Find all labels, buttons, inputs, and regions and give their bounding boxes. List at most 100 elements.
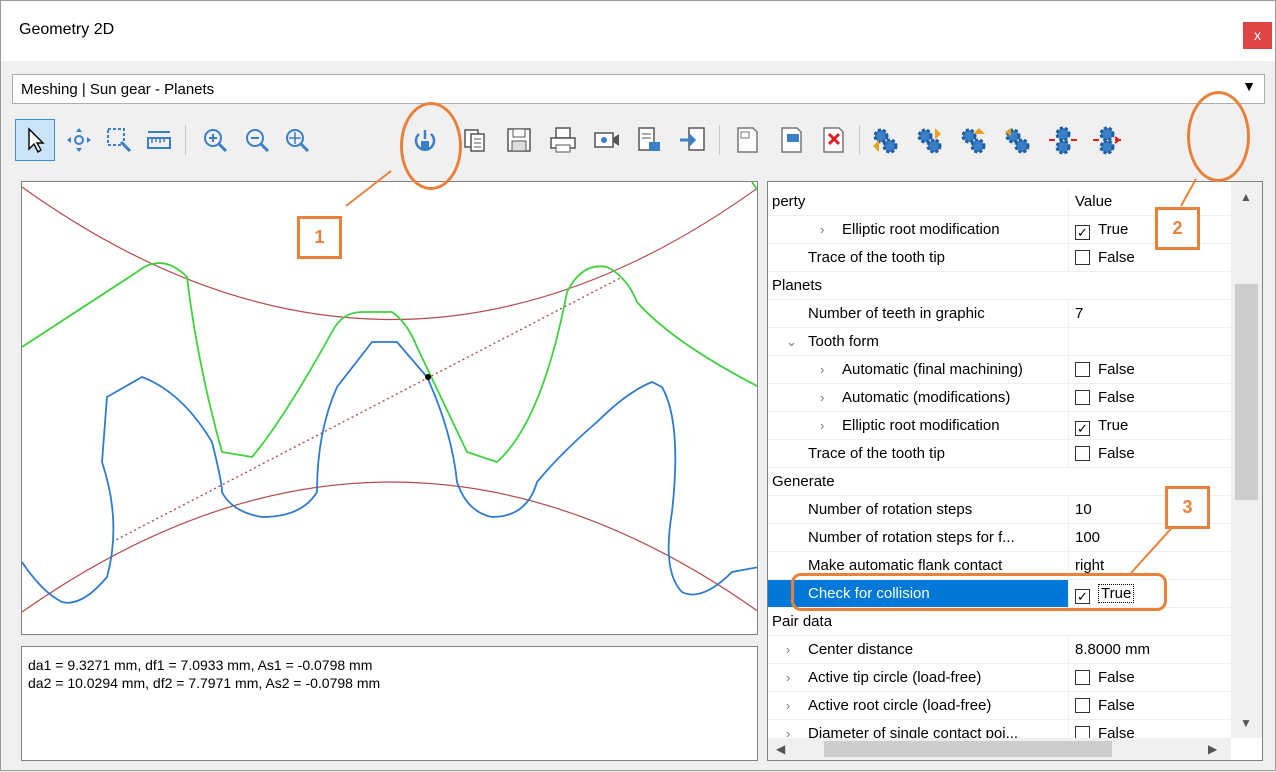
property-name: Elliptic root modification: [842, 221, 1000, 238]
zoom-fit-icon[interactable]: [277, 119, 317, 161]
vertical-scroll-thumb[interactable]: [1235, 284, 1258, 500]
property-value[interactable]: False: [1068, 440, 1231, 467]
properties-icon[interactable]: [727, 119, 767, 161]
checkbox[interactable]: [1075, 446, 1090, 461]
checkbox[interactable]: ✓: [1075, 421, 1090, 436]
property-name: Active tip circle (load-free): [808, 669, 982, 686]
callout-label-1: 1: [297, 216, 342, 259]
gear-settings-2-icon[interactable]: [909, 119, 949, 161]
title-bar: Geometry 2D x: [1, 1, 1275, 61]
print-icon[interactable]: [543, 119, 583, 161]
callout-rect-3: [791, 573, 1167, 611]
property-value[interactable]: ✓ True: [1068, 412, 1231, 439]
property-name: Number of rotation steps: [808, 501, 973, 518]
gear-settings-6-icon[interactable]: [1087, 119, 1127, 161]
property-value-text: False: [1098, 445, 1135, 462]
checkbox[interactable]: [1075, 390, 1090, 405]
checkbox[interactable]: [1075, 698, 1090, 713]
property-row[interactable]: Number of rotation steps 10: [768, 496, 1231, 524]
property-value[interactable]: False: [1068, 356, 1231, 383]
chevron-right-icon[interactable]: ›: [820, 412, 824, 439]
checkbox[interactable]: [1075, 670, 1090, 685]
property-value[interactable]: 7: [1068, 300, 1231, 327]
property-row[interactable]: Number of rotation steps for f... 100: [768, 524, 1231, 552]
close-button[interactable]: x: [1243, 22, 1272, 49]
pan-icon[interactable]: [59, 119, 99, 161]
chevron-right-icon[interactable]: ›: [820, 216, 824, 243]
save-icon[interactable]: [499, 119, 539, 161]
callout-label-3: 3: [1165, 486, 1210, 529]
property-row[interactable]: › Active tip circle (load-free) False: [768, 664, 1231, 692]
import-icon[interactable]: [673, 119, 713, 161]
category-row[interactable]: Planets: [768, 272, 1231, 300]
property-row[interactable]: › Automatic (final machining) False: [768, 356, 1231, 384]
property-row[interactable]: › Active root circle (load-free) False: [768, 692, 1231, 720]
pointer-icon[interactable]: [15, 119, 55, 161]
property-value-text: True: [1098, 417, 1129, 434]
callout-oval-1: [400, 102, 462, 190]
checkbox[interactable]: [1075, 250, 1090, 265]
property-name: Planets: [772, 277, 823, 294]
property-row[interactable]: Trace of the tooth tip False: [768, 440, 1231, 468]
property-value-text: True: [1098, 221, 1129, 238]
property-name: Automatic (final machining): [842, 361, 1023, 378]
property-name: Automatic (modifications): [842, 389, 1011, 406]
property-row[interactable]: Number of teeth in graphic 7: [768, 300, 1231, 328]
chevron-down-icon[interactable]: ⌄: [786, 328, 797, 355]
property-row[interactable]: › Elliptic root modification ✓ True: [768, 412, 1231, 440]
property-value-text: False: [1098, 361, 1135, 378]
chevron-right-icon[interactable]: ›: [786, 664, 790, 691]
category-row[interactable]: Generate: [768, 468, 1231, 496]
view-selector-value: Meshing | Sun gear - Planets: [21, 81, 215, 98]
checkbox[interactable]: ✓: [1075, 225, 1090, 240]
chevron-right-icon[interactable]: ›: [786, 692, 790, 719]
header-property: perty: [772, 193, 806, 210]
property-value[interactable]: [1068, 328, 1231, 355]
chevron-right-icon[interactable]: ›: [786, 636, 790, 663]
gear-info-box: da1 = 9.3271 mm, df1 = 7.0933 mm, As1 = …: [21, 646, 758, 761]
record-video-icon[interactable]: [587, 119, 627, 161]
dropdown-arrow-icon[interactable]: ▼: [1242, 78, 1256, 94]
gear-settings-4-icon[interactable]: [997, 119, 1037, 161]
toolbar-separator: [185, 125, 186, 155]
property-name: Elliptic root modification: [842, 417, 1000, 434]
scroll-right-icon[interactable]: ▶: [1208, 742, 1217, 756]
delete-icon[interactable]: [813, 119, 853, 161]
property-value-text: 8.8000 mm: [1075, 641, 1151, 658]
property-value-text: 10: [1075, 501, 1092, 518]
property-name: Trace of the tooth tip: [808, 445, 946, 462]
view-selector-combo[interactable]: Meshing | Sun gear - Planets ▼: [12, 74, 1265, 104]
zoom-out-icon[interactable]: [237, 119, 277, 161]
scroll-left-icon[interactable]: ◀: [776, 742, 785, 756]
chevron-right-icon[interactable]: ›: [820, 356, 824, 383]
toolbar-separator: [859, 125, 860, 155]
category-row[interactable]: Pair data: [768, 608, 1231, 636]
chevron-right-icon[interactable]: ›: [820, 384, 824, 411]
info-line-2: da2 = 10.0294 mm, df2 = 7.7971 mm, As2 =…: [28, 675, 381, 691]
property-value-text: False: [1098, 669, 1135, 686]
property-value[interactable]: 8.8000 mm: [1068, 636, 1231, 663]
gear-settings-1-icon[interactable]: [865, 119, 905, 161]
add-icon[interactable]: [771, 119, 811, 161]
zoom-window-icon[interactable]: [99, 119, 139, 161]
property-value[interactable]: False: [1068, 664, 1231, 691]
property-row[interactable]: ⌄ Tooth form: [768, 328, 1231, 356]
gear-settings-5-icon[interactable]: [1043, 119, 1083, 161]
property-value[interactable]: False: [1068, 692, 1231, 719]
zoom-in-icon[interactable]: [195, 119, 235, 161]
property-grid[interactable]: perty Value › Elliptic root modification ✓…: [767, 181, 1263, 761]
property-value[interactable]: False: [1068, 244, 1231, 271]
scroll-up-icon[interactable]: ▲: [1240, 190, 1252, 204]
scroll-down-icon[interactable]: ▼: [1240, 716, 1252, 730]
property-value[interactable]: ✓ True: [1068, 216, 1231, 243]
gear-settings-3-icon[interactable]: [953, 119, 993, 161]
property-row[interactable]: › Center distance 8.8000 mm: [768, 636, 1231, 664]
measure-icon[interactable]: [139, 119, 179, 161]
horizontal-scroll-thumb[interactable]: [824, 741, 1112, 757]
property-value[interactable]: False: [1068, 384, 1231, 411]
property-row[interactable]: › Automatic (modifications) False: [768, 384, 1231, 412]
property-name: Tooth form: [808, 333, 879, 350]
checkbox[interactable]: [1075, 362, 1090, 377]
export-icon[interactable]: [629, 119, 669, 161]
gear-mesh-canvas[interactable]: [21, 181, 758, 635]
